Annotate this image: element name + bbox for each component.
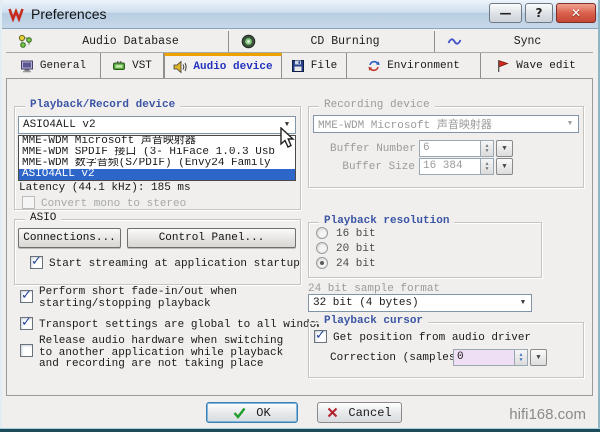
tab-label: Sync [462,35,593,48]
chevron-down-icon[interactable]: ▼ [515,299,531,307]
radio-20-bit[interactable] [316,242,328,254]
ok-button[interactable]: OK [206,402,298,423]
ok-label: OK [256,406,270,420]
buffer-number-value: 6 [419,140,481,157]
start-streaming-label: Start streaming at application startup [49,258,300,270]
monitor-icon [20,59,34,73]
playback-device-value: ASIO4ALL v2 [19,119,279,131]
radio-16-bit[interactable] [316,227,328,239]
recording-device-combobox[interactable]: MME-WDM Microsoft 声音映射器 ▼ [313,115,579,133]
spin-up-down-icon[interactable]: ▲▼ [515,349,528,366]
correction-value: 0 [453,349,515,366]
transport-checkbox[interactable] [20,317,33,330]
watermark: hifi168.com [509,406,586,423]
recording-device-value: MME-WDM Microsoft 声音映射器 [314,116,562,132]
chevron-down-icon[interactable]: ▼ [279,121,295,129]
playback-device-combobox[interactable]: ASIO4ALL v2 ▼ [18,116,296,134]
droplist-option-selected[interactable]: ASIO4ALL v2 [19,169,295,180]
minimize-button[interactable]: — [489,3,522,23]
release-audio-checkbox[interactable] [20,344,33,357]
speaker-icon [173,60,187,74]
tab-environment[interactable]: Environment [347,53,481,78]
radio-20-bit-label: 20 bit [336,243,376,255]
cancel-button[interactable]: Cancel [317,402,402,423]
tab-label: General [40,60,86,72]
buffer-size-value: 16 384 [419,158,481,175]
group-title: ASIO [25,212,61,224]
fade-label: Perform short fade-in/out when starting/… [39,287,247,310]
ok-check-icon [233,407,246,419]
window-title: Preferences [31,6,106,22]
tab-sync[interactable]: Sync [435,31,593,52]
tab-label: CD Burning [256,35,434,48]
close-button[interactable]: ✕ [556,3,596,23]
tab-file[interactable]: File [282,53,347,78]
chevron-down-icon[interactable]: ▼ [496,158,513,175]
radio-24-bit[interactable] [316,257,328,269]
preferences-dialog: Preferences — ? ✕ Audio Database CD Burn… [0,0,600,432]
buffer-number-label: Buffer Number [330,143,415,155]
tab-strip-bottom: General VST Audio device File Environmen… [6,53,593,78]
buffer-size-label: Buffer Size [330,161,415,173]
tab-label: File [311,60,337,72]
correction-label: Correction (samples) [330,352,462,364]
group-title: Playback/Record device [25,99,180,111]
app-logo-icon [8,6,24,22]
chevron-down-icon: ▼ [562,120,578,128]
tab-strip-top: Audio Database CD Burning Sync [6,31,593,53]
red-flag-icon [496,59,510,73]
vst-plug-icon [112,59,126,73]
latency-text: Latency (44.1 kHz): 185 ms [19,182,191,194]
tab-audio-database[interactable]: Audio Database [6,31,229,52]
cancel-label: Cancel [348,406,391,420]
refresh-arrows-icon [367,59,381,73]
tab-label: Environment [387,60,460,72]
control-panel-button[interactable]: Control Panel... [127,228,296,248]
tab-label: VST [132,60,152,72]
connections-button[interactable]: Connections... [18,228,121,248]
droplist-option[interactable]: MME-WDM Microsoft 声音映射器 [19,136,295,147]
radio-16-bit-label: 16 bit [336,228,376,240]
help-button[interactable]: ? [525,3,553,23]
tab-label: Audio device [193,61,272,73]
floppy-icon [291,59,305,73]
playback-device-droplist: MME-WDM Microsoft 声音映射器 MME-WDM SPDIF 接口… [18,135,296,181]
database-nodes-icon [18,34,33,49]
start-streaming-checkbox[interactable] [30,256,43,269]
droplist-option[interactable]: MME-WDM SPDIF 接口 (3- HiFace 1.0.3 Usb [19,147,295,158]
chevron-down-icon[interactable]: ▼ [530,349,547,366]
tab-cd-burning[interactable]: CD Burning [229,31,435,52]
cd-icon [241,34,256,49]
get-position-label: Get position from audio driver [333,332,531,344]
cancel-x-icon [327,407,338,418]
transport-label: Transport settings are global to all win… [39,319,329,331]
tab-audio-device[interactable]: Audio device [164,53,282,78]
tab-label: Wave edit [516,60,575,72]
buffer-number-spinner[interactable]: 6 ▲▼ ▼ [419,140,513,157]
radio-24-bit-label: 24 bit [336,258,376,270]
group-title: Recording device [319,99,435,111]
tab-vst[interactable]: VST [101,53,164,78]
tab-label: Audio Database [33,35,228,48]
sample-format-value: 32 bit (4 bytes) [309,297,515,309]
correction-spinner[interactable]: 0 ▲▼ ▼ [453,349,547,366]
droplist-option[interactable]: MME-WDM 数字音频(S/PDIF) (Envy24 Family [19,158,295,169]
convert-mono-checkbox[interactable] [22,196,35,209]
convert-mono-label: Convert mono to stereo [41,198,186,210]
tab-general[interactable]: General [6,53,101,78]
chevron-down-icon[interactable]: ▼ [496,140,513,157]
fade-checkbox[interactable] [20,290,33,303]
sync-wave-icon [447,34,462,49]
title-bar[interactable]: Preferences — ? ✕ [0,0,600,29]
spin-up-down-icon[interactable]: ▲▼ [481,140,494,157]
tab-wave-edit[interactable]: Wave edit [481,53,591,78]
release-audio-label: Release audio hardware when switching to… [39,336,301,371]
buffer-size-spinner[interactable]: 16 384 ▲▼ ▼ [419,158,513,175]
sample-format-combobox[interactable]: 32 bit (4 bytes) ▼ [308,294,532,312]
spin-up-down-icon[interactable]: ▲▼ [481,158,494,175]
group-title: Playback cursor [319,315,428,327]
get-position-checkbox[interactable] [314,330,327,343]
group-title: Playback resolution [319,215,454,227]
